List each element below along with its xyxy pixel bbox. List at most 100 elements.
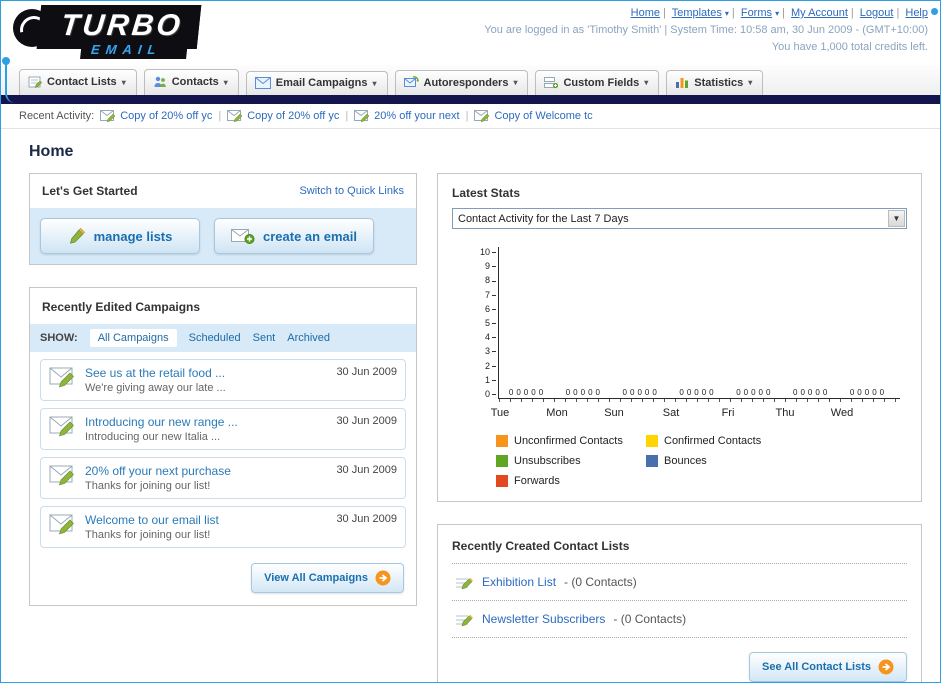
chart-value: 0	[580, 388, 586, 397]
link-logout[interactable]: Logout	[860, 7, 894, 19]
pencil-list-icon	[454, 573, 474, 591]
arrow-right-icon	[878, 659, 894, 675]
recent-activity-item[interactable]: Copy of 20% off yc	[100, 110, 212, 122]
campaign-row[interactable]: 20% off your next purchase Thanks for jo…	[40, 457, 406, 499]
campaign-date: 30 Jun 2009	[336, 464, 397, 476]
chart-value: 0	[766, 388, 771, 397]
recent-activity-item-label: Copy of Welcome tc	[494, 110, 593, 122]
link-templates[interactable]: Templates	[672, 7, 722, 19]
contact-list-name[interactable]: Newsletter Subscribers	[482, 612, 605, 626]
recent-activity-item-label: Copy of 20% off yc	[247, 110, 340, 122]
chart-value: 0	[743, 388, 749, 397]
campaign-filter-tabs: SHOW: All Campaigns Scheduled Sent Archi…	[30, 324, 416, 352]
left-column: Let's Get Started Switch to Quick Links …	[29, 173, 417, 628]
chart-value-group: 00000	[730, 388, 776, 397]
recent-activity-label: Recent Activity:	[19, 110, 95, 122]
manage-lists-button[interactable]: manage lists	[40, 218, 200, 254]
turbo-email-logo[interactable]: TURBO EMAIL	[11, 5, 251, 59]
chart-value: 0	[857, 388, 862, 397]
create-email-label: create an email	[263, 228, 357, 244]
campaign-row[interactable]: See us at the retail food ... We're givi…	[40, 359, 406, 401]
nav-tab-statistics[interactable]: Statistics ▾	[666, 70, 764, 95]
campaign-row[interactable]: Introducing our new range ... Introducin…	[40, 408, 406, 450]
campaign-date: 30 Jun 2009	[336, 366, 397, 378]
tab-all-campaigns[interactable]: All Campaigns	[89, 329, 177, 347]
legend-swatch	[496, 455, 508, 467]
manage-lists-label: manage lists	[93, 228, 173, 244]
envelope-pencil-icon	[354, 110, 370, 122]
link-home[interactable]: Home	[631, 7, 660, 19]
nav-tab-autoresponders[interactable]: Autoresponders ▾	[394, 70, 529, 95]
nav-tab-custom-fields[interactable]: Custom Fields ▾	[535, 70, 660, 95]
recent-activity-item-label: 20% off your next	[374, 110, 460, 122]
credits-text: You have 1,000 total credits left.	[771, 41, 928, 53]
legend-label: Forwards	[514, 475, 560, 487]
chart-value: 0	[565, 388, 571, 397]
show-label: SHOW:	[40, 332, 78, 344]
x-axis-label: Wed	[830, 407, 854, 419]
chart-value: 0	[701, 388, 707, 397]
chart-value-group: 00000	[787, 388, 833, 397]
envelope-pencil-icon	[49, 513, 77, 535]
chevron-down-icon: ▾	[513, 78, 518, 87]
nav-tab-label: Email Campaigns	[275, 77, 368, 89]
create-email-button[interactable]: create an email	[214, 218, 374, 254]
see-all-contact-lists-button[interactable]: See All Contact Lists	[748, 652, 907, 682]
nav-tab-contact-lists[interactable]: Contact Lists ▾	[19, 69, 137, 95]
tab-sent[interactable]: Sent	[253, 332, 276, 344]
contact-list-item[interactable]: Exhibition List - (0 Contacts)	[452, 564, 907, 601]
stats-period-select[interactable]: Contact Activity for the Last 7 Days ▼	[452, 208, 907, 229]
main-content: Home Let's Get Started Switch to Quick L…	[1, 129, 940, 682]
nav-tab-label: Autoresponders	[423, 76, 509, 89]
email-campaigns-icon	[254, 77, 271, 89]
x-axis-label: Tue	[490, 407, 510, 419]
chart-value-group: 00000	[560, 388, 606, 397]
separator: |	[731, 7, 735, 19]
tab-archived[interactable]: Archived	[287, 332, 330, 344]
y-tick-label: 4	[485, 332, 496, 342]
nav-tab-contacts[interactable]: Contacts ▾	[143, 69, 239, 95]
legend-swatch	[646, 435, 658, 447]
arrow-right-icon	[375, 570, 391, 586]
legend-label: Bounces	[664, 455, 707, 467]
nav-tab-email-campaigns[interactable]: Email Campaigns ▾	[245, 71, 388, 95]
campaign-row[interactable]: Welcome to our email list Thanks for joi…	[40, 506, 406, 548]
y-tick-label: 5	[485, 318, 496, 328]
chart-value: 0	[864, 388, 870, 397]
link-forms[interactable]: Forms	[741, 7, 772, 19]
y-tick-label: 7	[485, 290, 496, 300]
chart-y-axis: 10 9 8 7 6 5 4 3 2 1 0	[480, 247, 498, 399]
antenna-line-decoration	[5, 63, 15, 103]
separator: |	[850, 7, 854, 19]
recent-activity-item[interactable]: 20% off your next	[354, 110, 460, 122]
recently-edited-campaigns-panel: Recently Edited Campaigns SHOW: All Camp…	[29, 287, 417, 606]
contact-list-item[interactable]: Newsletter Subscribers - (0 Contacts)	[452, 601, 907, 638]
switch-quick-links-link[interactable]: Switch to Quick Links	[299, 185, 404, 197]
recent-activity-item-label: Copy of 20% off yc	[120, 110, 213, 122]
recent-activity-item[interactable]: Copy of 20% off yc	[227, 110, 339, 122]
contact-list-name[interactable]: Exhibition List	[482, 575, 556, 589]
x-axis-label: Fri	[721, 407, 735, 419]
chart-value: 0	[807, 388, 813, 397]
main-navigation: Contact Lists ▾ Contacts ▾ Email Campaig…	[1, 65, 940, 95]
link-my-account[interactable]: My Account	[791, 7, 848, 19]
view-all-campaigns-button[interactable]: View All Campaigns	[251, 563, 404, 593]
x-axis-label: Sun	[604, 407, 624, 419]
chart-value: 0	[573, 388, 578, 397]
recent-activity-item[interactable]: Copy of Welcome tc	[474, 110, 593, 122]
tab-scheduled[interactable]: Scheduled	[189, 332, 241, 344]
link-help[interactable]: Help	[905, 7, 928, 19]
chart-value: 0	[822, 388, 828, 397]
contact-list-detail: - (0 Contacts)	[564, 575, 637, 589]
legend-swatch	[646, 455, 658, 467]
campaign-subtitle: We're giving away our late ...	[85, 382, 226, 394]
envelope-pencil-icon	[227, 110, 243, 122]
campaign-subtitle: Thanks for joining our list!	[85, 529, 211, 541]
envelope-pencil-icon	[474, 110, 490, 122]
view-all-campaigns-label: View All Campaigns	[264, 572, 368, 584]
header-links: Home | Templates ▾ | Forms ▾ | My Account | …	[484, 6, 928, 21]
chart-value: 0	[531, 388, 536, 397]
top-header: TURBO EMAIL Home | Templates ▾ | Forms ▾ | …	[1, 1, 940, 103]
legend-label: Confirmed Contacts	[664, 435, 762, 447]
recent-activity-bar: Recent Activity: Copy of 20% off yc | Co…	[1, 104, 940, 129]
